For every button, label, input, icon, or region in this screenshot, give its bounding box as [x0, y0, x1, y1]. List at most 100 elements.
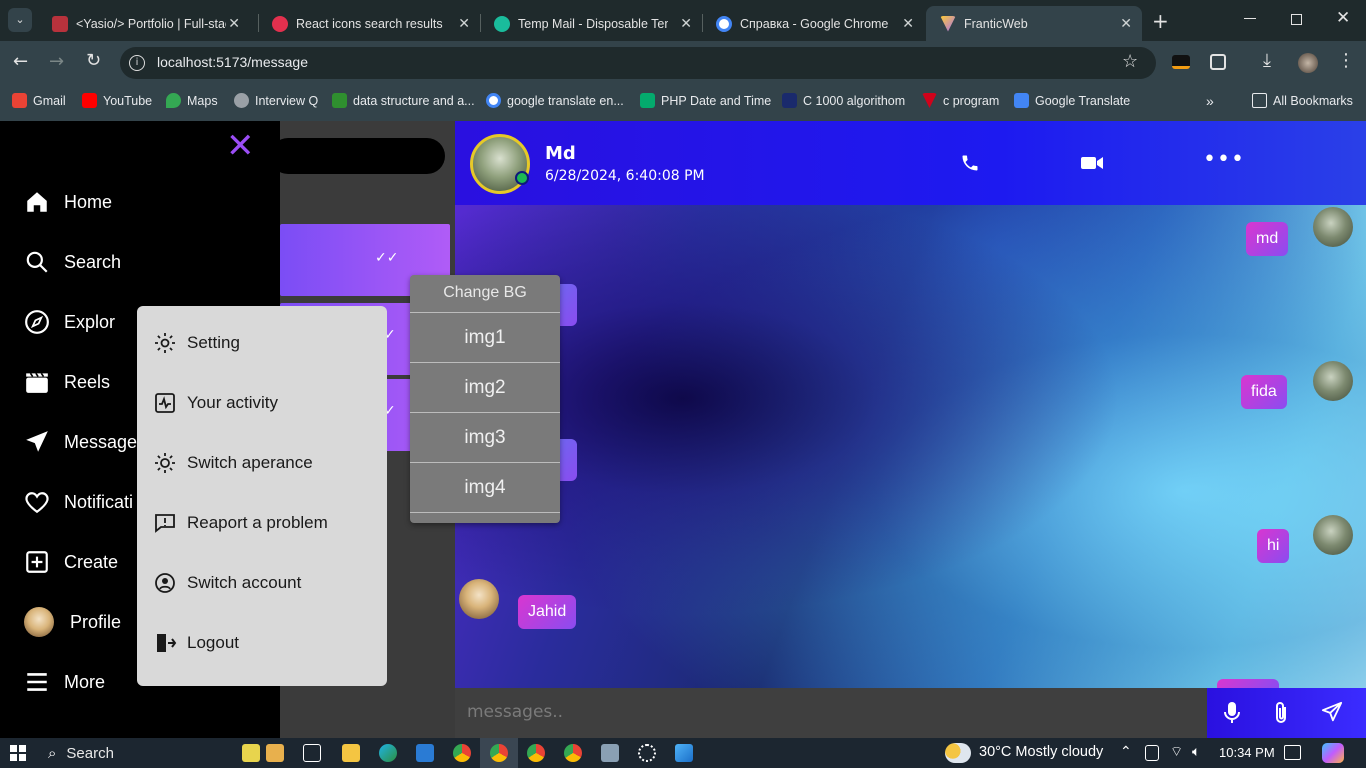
message-input[interactable]: messages.. [467, 702, 563, 722]
close-icon[interactable]: ✕ [228, 15, 240, 32]
bookmark-gmail[interactable]: Gmail [12, 93, 66, 108]
chrome-icon[interactable] [490, 744, 508, 762]
file-explorer-icon[interactable] [342, 744, 360, 762]
phone-icon[interactable] [960, 153, 980, 173]
bookmark-interview[interactable]: Interview Q [234, 93, 318, 108]
copilot-icon[interactable] [1322, 743, 1344, 763]
browser-tab[interactable]: Справка - Google Chrome ✕ [702, 6, 924, 41]
close-sidebar-icon[interactable]: ✕ [226, 126, 255, 166]
restore-icon[interactable] [1291, 14, 1302, 25]
chat-search-input[interactable] [270, 138, 445, 174]
bookmark-data-structure[interactable]: data structure and a... [332, 93, 475, 108]
bookmarks-overflow-icon[interactable]: » [1206, 93, 1214, 109]
more-options-icon[interactable]: ••• [1203, 147, 1245, 172]
last-seen-timestamp: 6/28/2024, 6:40:08 PM [545, 168, 705, 184]
nav-reels[interactable]: Reels [24, 369, 110, 395]
bg-option-img2[interactable]: img2 [410, 362, 560, 412]
clock-time[interactable]: 10:34 PM [1219, 745, 1275, 760]
tab-search-button[interactable]: ⌄ [8, 8, 32, 32]
gear-icon [155, 333, 175, 353]
task-view-icon[interactable] [303, 744, 321, 762]
download-icon[interactable]: ⤓ [1263, 50, 1271, 71]
gfg-icon [332, 93, 347, 108]
nav-more[interactable]: More [24, 669, 105, 695]
plus-square-icon [26, 551, 48, 573]
extensions-puzzle-icon[interactable] [1210, 54, 1226, 70]
bg-option-img3[interactable]: img3 [410, 412, 560, 462]
notifications-icon[interactable] [1284, 745, 1301, 760]
edge-icon[interactable] [379, 744, 397, 762]
translate-icon [1014, 93, 1029, 108]
menu-item-logout[interactable]: Logout [153, 631, 239, 655]
bookmark-c-1000[interactable]: C 1000 algorithom [782, 93, 905, 108]
bookmark-maps[interactable]: Maps [166, 93, 218, 108]
video-call-icon[interactable] [1080, 153, 1104, 173]
settings-gear-icon[interactable] [638, 744, 656, 762]
close-icon[interactable]: ✕ [680, 15, 692, 32]
new-tab-plus-icon[interactable]: + [1152, 9, 1169, 33]
attachment-icon[interactable] [1273, 701, 1289, 725]
microphone-icon[interactable] [1222, 701, 1242, 725]
menu-item-switch-appearance[interactable]: Switch aperance [153, 451, 313, 475]
chevron-up-icon[interactable]: ⌃ [1120, 743, 1132, 760]
search-icon [26, 251, 48, 273]
nav-explore[interactable]: Explor [24, 309, 115, 335]
profile-avatar[interactable] [1298, 53, 1318, 73]
menu-item-your-activity[interactable]: Your activity [153, 391, 278, 415]
tab-title: React icons search results [296, 16, 443, 31]
browser-tab-active[interactable]: FranticWeb ✕ [926, 6, 1142, 41]
nav-home[interactable]: Home [24, 189, 112, 215]
close-icon[interactable]: ✕ [1120, 15, 1132, 32]
wifi-icon[interactable]: ⌔ [1170, 743, 1183, 761]
nav-search[interactable]: Search [24, 249, 121, 275]
w3schools-icon [640, 93, 655, 108]
menu-item-setting[interactable]: Setting [153, 331, 240, 355]
extension-icon[interactable] [1172, 55, 1190, 69]
vscode-icon[interactable] [416, 744, 434, 762]
message-bubble: Jahid [518, 595, 577, 629]
minimize-icon[interactable] [1244, 18, 1256, 19]
browser-tab[interactable]: Temp Mail - Disposable Temp ✕ [480, 6, 702, 41]
contact-avatar[interactable] [470, 134, 530, 194]
address-bar[interactable]: i localhost:5173/message ☆ [120, 47, 1156, 79]
bg-option-img4[interactable]: img4 [410, 462, 560, 512]
bookmark-php-date[interactable]: PHP Date and Time [640, 93, 771, 108]
bookmark-youtube[interactable]: YouTube [82, 93, 152, 108]
volume-icon[interactable]: 🔈︎ [1192, 743, 1200, 760]
windows-start-icon[interactable] [10, 745, 26, 761]
close-icon[interactable]: ✕ [458, 15, 470, 32]
back-icon[interactable]: ← [13, 51, 28, 72]
kebab-menu-icon[interactable]: ⋮ [1337, 50, 1355, 71]
chrome-icon[interactable] [527, 744, 545, 762]
site-info-icon[interactable]: i [129, 55, 145, 71]
all-bookmarks[interactable]: All Bookmarks [1252, 93, 1353, 108]
forward-icon[interactable]: → [49, 51, 64, 72]
bookmark-google-translate-en[interactable]: google translate en... [486, 93, 624, 108]
tab-title: <Yasio/> Portfolio | Full-stac [76, 16, 226, 31]
chrome-icon[interactable] [564, 744, 582, 762]
window-close-icon[interactable]: ✕ [1336, 8, 1350, 28]
photos-icon[interactable] [675, 744, 693, 762]
send-icon[interactable] [1321, 701, 1343, 723]
weather-icon[interactable] [945, 743, 971, 763]
bookmark-google-translate[interactable]: Google Translate [1014, 93, 1130, 108]
bg-option-partial[interactable] [410, 512, 560, 523]
nav-message[interactable]: Message [24, 429, 137, 455]
close-icon[interactable]: ✕ [902, 15, 914, 32]
bookmark-c-program[interactable]: c program [922, 93, 999, 108]
menu-item-report-problem[interactable]: Reaport a problem [153, 511, 328, 535]
nav-notifications[interactable]: Notificati [24, 489, 133, 515]
windows-taskbar: ⌕ Search 30°C Mostly cloudy ⌃ ⌔ 🔈︎ 10:34… [0, 738, 1366, 768]
browser-tab[interactable]: <Yasio/> Portfolio | Full-stac ✕ [38, 6, 250, 41]
reload-icon[interactable]: ↻ [86, 50, 101, 71]
bg-option-img1[interactable]: img1 [410, 312, 560, 362]
browser-tab[interactable]: React icons search results ✕ [258, 6, 480, 41]
bookmark-star-icon[interactable]: ☆ [1122, 51, 1138, 72]
menu-item-switch-account[interactable]: Switch account [153, 571, 301, 595]
weather-text[interactable]: 30°C Mostly cloudy [979, 744, 1103, 760]
app-icon[interactable] [601, 744, 619, 762]
meet-icon[interactable] [1145, 745, 1159, 761]
nav-profile[interactable]: Profile [24, 607, 121, 637]
nav-create[interactable]: Create [24, 549, 118, 575]
chrome-icon[interactable] [453, 744, 471, 762]
